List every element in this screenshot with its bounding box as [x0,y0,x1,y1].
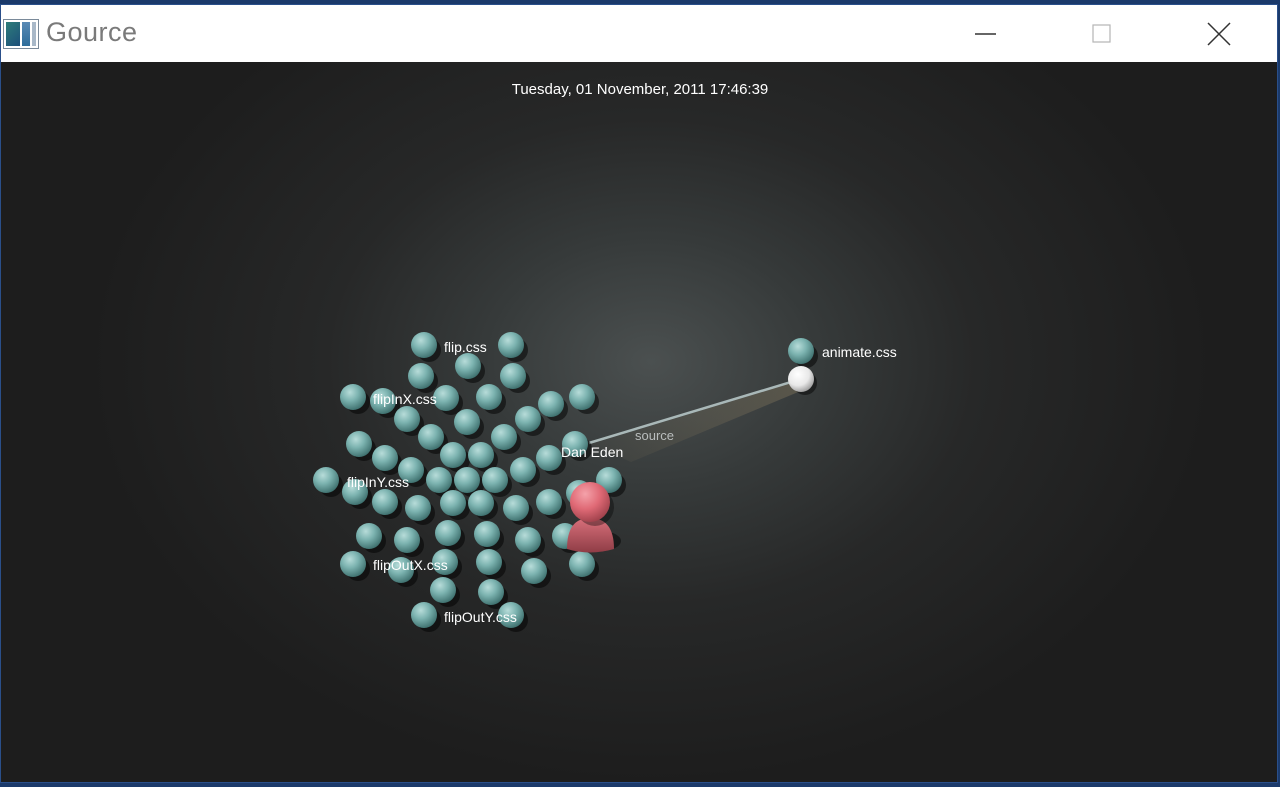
window-title: Gource [46,17,138,47]
file-label-flipouty: flipOutY.css [444,609,517,625]
file-node[interactable] [405,495,435,525]
file-node[interactable] [788,338,818,368]
file-node[interactable] [372,445,402,475]
file-node[interactable] [521,558,551,588]
file-node[interactable] [491,424,521,454]
file-node[interactable] [454,409,484,439]
file-label-flipinx: flipInX.css [373,391,437,407]
user-name-label: Dan Eden [561,444,623,460]
directory-label: source [635,428,674,443]
file-node[interactable] [536,489,566,519]
file-node[interactable] [515,527,545,557]
maximize-icon [1092,23,1111,43]
file-node[interactable] [569,551,599,581]
gource-app-icon [3,19,39,49]
file-node[interactable] [510,457,540,487]
file-label-flipoutx: flipOutX.css [373,557,448,573]
file-node[interactable] [538,391,568,421]
close-icon [1207,21,1231,46]
repository-graph: flip.css flipInX.css flipInY.css flipOut… [313,332,897,632]
file-node[interactable] [430,577,460,607]
file-node[interactable] [394,527,424,557]
file-node[interactable] [313,467,343,497]
file-node[interactable] [372,489,402,519]
file-node[interactable] [411,602,441,632]
maximize-button[interactable] [1047,5,1157,62]
file-node[interactable] [435,520,465,550]
close-button[interactable] [1164,5,1274,62]
file-label-flipiny: flipInY.css [347,474,409,490]
file-node[interactable] [340,551,370,581]
minimize-button[interactable] [931,5,1041,62]
file-label-flip: flip.css [444,339,487,355]
file-node[interactable] [476,384,506,414]
file-node[interactable] [411,332,441,362]
title-bar[interactable]: Gource [1,5,1277,62]
gource-window: Gource Tuesday, 01 November, 2011 17:46:… [0,4,1278,783]
file-node[interactable] [474,521,504,551]
file-node[interactable] [503,495,533,525]
file-node[interactable] [500,363,530,393]
file-node[interactable] [408,363,438,393]
file-node[interactable] [476,549,506,579]
file-node[interactable] [455,353,485,383]
file-node[interactable] [356,523,386,553]
file-node[interactable] [340,384,370,414]
file-node[interactable] [569,384,599,414]
file-node[interactable] [346,431,376,461]
gource-visualization[interactable]: Tuesday, 01 November, 2011 17:46:39 flip… [1,62,1277,782]
file-label-animate: animate.css [822,344,897,360]
file-node[interactable] [433,385,463,415]
minimize-icon [975,32,996,35]
file-node[interactable] [498,332,528,362]
